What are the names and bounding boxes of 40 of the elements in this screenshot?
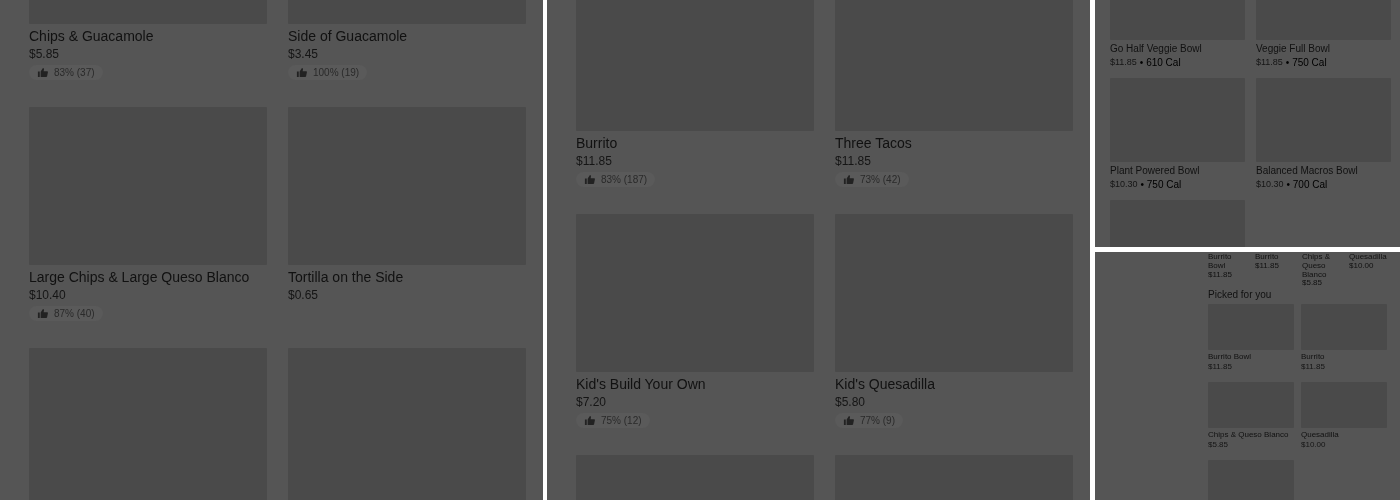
item-calories: • 610 Cal <box>1139 55 1181 69</box>
item-title: Go Half Veggie Bowl <box>1110 43 1202 56</box>
section-heading: Picked for you <box>1208 289 1272 300</box>
item-title: Quesadilla <box>1349 253 1388 261</box>
item-title: Veggie Full Bowl <box>1256 43 1330 56</box>
item-price: $11.85 <box>1208 270 1233 280</box>
thumbs-up-icon <box>37 307 48 319</box>
item-calories: • 750 Cal <box>1140 177 1182 191</box>
item-title: Quesadilla <box>1301 430 1339 441</box>
item-price: $10.30 <box>1256 177 1284 191</box>
item-calories: • 700 Cal <box>1286 177 1328 191</box>
item-title: Side of Guacamole <box>288 28 408 46</box>
item-price: $10.40 <box>29 286 66 303</box>
item-price: $11.85 <box>1110 55 1137 69</box>
item-price: $11.85 <box>1255 261 1280 271</box>
item-price: $10.30 <box>1110 177 1138 191</box>
item-price: $3.45 <box>288 45 319 62</box>
item-title: Plant Powered Bowl <box>1110 165 1200 178</box>
item-price: $0.65 <box>288 286 319 303</box>
thumbs-up-icon <box>584 173 595 185</box>
item-title: Burrito <box>576 135 618 153</box>
item-calories: • 750 Cal <box>1285 55 1327 69</box>
item-title: Large Chips & Large Queso Blanco <box>29 269 250 287</box>
item-title: Chips & Guacamole <box>29 28 154 46</box>
item-title: Tortilla on the Side <box>288 269 404 287</box>
item-title: Three Tacos <box>835 135 912 153</box>
thumbs-up-icon <box>37 66 48 78</box>
item-title: Balanced Macros Bowl <box>1256 165 1358 178</box>
item-price: $11.85 <box>835 152 871 169</box>
item-title: Kid's Build Your Own <box>576 376 706 394</box>
thumbs-up-icon <box>843 173 854 185</box>
thumbs-up-icon <box>296 66 307 78</box>
item-price: $5.80 <box>835 393 866 410</box>
item-price: $11.85 <box>1256 55 1283 69</box>
thumbs-up-icon <box>843 414 854 426</box>
item-price: $7.20 <box>576 393 607 410</box>
item-price: $5.85 <box>29 45 60 62</box>
item-price: $11.85 <box>576 152 612 169</box>
thumbs-up-icon <box>584 414 595 426</box>
item-title: Kid's Quesadilla <box>835 376 935 394</box>
